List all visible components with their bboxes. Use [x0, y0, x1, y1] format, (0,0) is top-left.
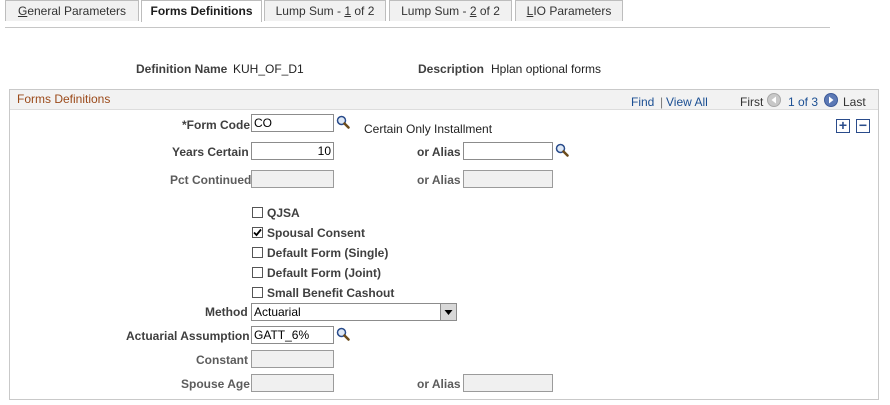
last-link[interactable]: Last — [843, 95, 866, 109]
qjsa-label: QJSA — [267, 206, 300, 220]
chevron-down-icon — [444, 310, 453, 315]
checkmark-icon — [253, 228, 262, 237]
description-label: Description — [418, 62, 485, 76]
method-label: Method — [205, 305, 248, 319]
spouse-alias-label: or Alias — [417, 377, 461, 391]
spouse-age-label: Spouse Age — [181, 377, 250, 391]
spouse-age-input — [251, 374, 334, 392]
actuarial-assumption-label: Actuarial Assumption — [126, 329, 250, 343]
default-form-single-label: Default Form (Single) — [267, 246, 389, 260]
actuarial-assumption-input[interactable] — [251, 326, 334, 344]
row-counter: 1 of 3 — [788, 95, 819, 109]
small-benefit-cashout-checkbox[interactable] — [252, 287, 263, 298]
pct-continued-input — [251, 170, 334, 188]
view-all-link[interactable]: View All — [666, 95, 708, 109]
method-dropdown-button[interactable] — [440, 304, 456, 320]
definition-name-label: Definition Name — [136, 62, 228, 76]
tab-strip-baseline — [5, 27, 830, 28]
pct-continued-label: Pct Continued — [170, 173, 252, 187]
small-benefit-cashout-label: Small Benefit Cashout — [267, 286, 395, 300]
first-link[interactable]: First — [740, 95, 763, 109]
pct-alias-input — [463, 170, 553, 188]
spousal-consent-checkbox[interactable] — [252, 227, 263, 238]
years-certain-label: Years Certain — [172, 145, 249, 159]
previous-arrow-icon[interactable] — [767, 93, 781, 107]
next-arrow-icon[interactable] — [824, 93, 838, 107]
spousal-consent-label: Spousal Consent — [267, 226, 366, 240]
spouse-alias-input — [463, 374, 553, 392]
constant-input — [251, 350, 334, 368]
method-select[interactable]: Actuarial — [251, 303, 457, 321]
tab-lio-parameters[interactable]: LIO Parameters — [515, 0, 623, 21]
method-selected-value: Actuarial — [254, 305, 301, 319]
add-row-button[interactable]: + — [836, 118, 850, 133]
pct-alias-label: or Alias — [417, 173, 461, 187]
years-certain-input[interactable] — [251, 142, 334, 160]
description-value: Hplan optional forms — [491, 62, 602, 76]
link-separator: | — [660, 95, 664, 109]
qjsa-checkbox[interactable] — [252, 207, 263, 218]
delete-row-button[interactable]: − — [856, 118, 870, 133]
tab-lump-sum-2[interactable]: Lump Sum - 2 of 2 — [389, 0, 512, 21]
form-code-description: Certain Only Installment — [364, 122, 493, 136]
form-code-lookup-icon[interactable] — [336, 115, 350, 129]
actuarial-lookup-icon[interactable] — [336, 327, 350, 341]
default-form-joint-label: Default Form (Joint) — [267, 266, 381, 280]
years-alias-lookup-icon[interactable] — [555, 143, 569, 157]
form-code-input[interactable] — [251, 114, 334, 132]
form-code-label: *Form Code — [182, 118, 251, 132]
years-alias-input[interactable] — [463, 142, 553, 160]
default-form-single-checkbox[interactable] — [252, 247, 263, 258]
constant-label: Constant — [196, 353, 248, 367]
section-title: Forms Definitions — [17, 92, 111, 106]
tab-lump-sum-1[interactable]: Lump Sum - 1 of 2 — [264, 0, 386, 21]
tab-general-parameters[interactable]: General Parameters — [5, 0, 139, 21]
find-link[interactable]: Find — [631, 95, 654, 109]
definition-name-value: KUH_OF_D1 — [233, 62, 304, 76]
default-form-joint-checkbox[interactable] — [252, 267, 263, 278]
years-alias-label: or Alias — [417, 145, 461, 159]
tab-forms-definitions[interactable]: Forms Definitions — [141, 0, 262, 22]
